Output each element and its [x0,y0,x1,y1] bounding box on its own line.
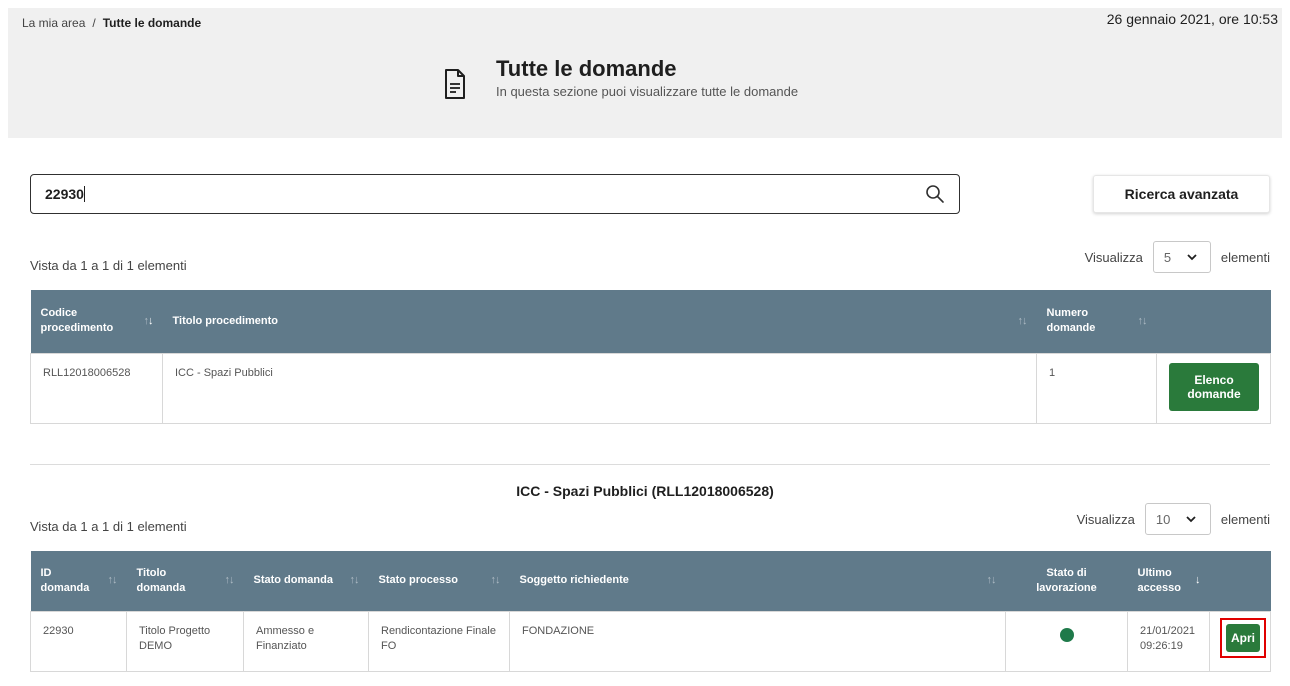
procedures-page-size-select[interactable]: 5 [1152,241,1211,273]
sort-icon: ↑↓ [1137,314,1148,327]
sort-icon: ↑↓ [986,574,997,587]
column-header-process[interactable]: Stato processo ↑↓ [368,551,510,611]
column-header-status[interactable]: Stato domanda ↑↓ [243,551,369,611]
chevron-down-icon [1187,253,1197,260]
column-header-application-title[interactable]: Titolo domanda ↑↓ [126,551,244,611]
sort-icon: ↑↓ [143,314,154,327]
application-list-button[interactable]: Elenco domande [1169,362,1259,411]
sort-icon: ↑↓ [490,574,501,587]
cell-application-title: Titolo Progetto DEMO [126,610,244,672]
breadcrumb: La mia area / Tutte le domande [22,16,201,30]
chevron-down-icon [1186,515,1196,522]
section-divider [30,464,1270,465]
cell-code: RLL12018006528 [30,352,163,424]
applications-page-size-control: Visualizza 10 elementi [1077,503,1270,535]
cell-applicant: FONDAZIONE [509,610,1006,672]
breadcrumb-home-link[interactable]: La mia area [22,16,85,30]
column-header-id[interactable]: ID domanda ↑↓ [30,551,127,611]
sort-icon: ↑↓ [349,574,360,587]
column-header-code[interactable]: Codice procedimento ↑↓ [30,290,163,353]
current-datetime: 26 gennaio 2021, ore 10:53 [1106,11,1278,27]
open-application-button[interactable]: Apri [1226,623,1260,652]
document-icon [445,69,465,99]
applications-summary: Vista da 1 a 1 di 1 elementi [30,519,187,534]
procedures-page-size-value: 5 [1163,249,1172,265]
cell-status: Ammesso e Finanziato [243,610,369,672]
procedures-summary: Vista da 1 a 1 di 1 elementi [30,258,187,273]
sort-icon: ↑↓ [107,574,118,587]
cell-count: 1 [1036,352,1157,424]
work-status-indicator [1059,627,1074,642]
page-heading: Tutte le domande In questa sezione puoi … [496,56,798,99]
procedures-header-row: Codice procedimento ↑↓ Titolo procedimento… [30,290,1271,353]
sort-icon: ↑↓ [224,574,235,587]
column-header-applicant[interactable]: Soggetto richiedente ↑↓ [509,551,1006,611]
sort-icon: ↑↓ [1017,314,1028,327]
page-subtitle: In questa sezione puoi visualizzare tutt… [496,84,799,99]
column-header-actions [1209,551,1271,611]
applications-section-title: ICC - Spazi Pubblici (RLL12018006528) [516,483,774,499]
column-header-count[interactable]: Numero domande ↑↓ [1036,290,1157,353]
column-header-actions [1156,290,1271,353]
applications-elements-label: elementi [1220,511,1270,527]
cell-title: ICC - Spazi Pubblici [162,352,1037,424]
page-header: Tutte le domande In questa sezione puoi … [444,56,798,100]
procedures-show-label: Visualizza [1084,249,1143,265]
cell-last-access: 21/01/2021 09:26:19 [1127,610,1210,672]
applications-table: ID domanda ↑↓ Titolo domanda ↑↓ Stato domand… [30,551,1271,672]
procedures-table: Codice procedimento ↑↓ Titolo procedimento… [30,290,1271,424]
search-input[interactable]: 22930 [30,174,960,214]
table-row: RLL12018006528 ICC - Spazi Pubblici 1 El… [30,352,1271,424]
applications-show-label: Visualizza [1076,511,1135,527]
applications-header-row: ID domanda ↑↓ Titolo domanda ↑↓ Stato domand… [30,551,1271,611]
highlight-box: Apri [1220,617,1266,658]
cell-work-status [1005,610,1128,672]
breadcrumb-current: Tutte le domande [102,16,202,30]
cell-process: Rendicontazione Finale FO [368,610,510,672]
column-header-last-access[interactable]: Ultimo accesso ↓ [1127,551,1210,611]
applications-page-size-value: 10 [1155,511,1171,527]
column-header-title[interactable]: Titolo procedimento ↑↓ [162,290,1037,353]
breadcrumb-separator: / [92,16,96,30]
sort-icon: ↓ [1195,574,1200,587]
search-icon[interactable] [925,184,945,204]
column-header-work-status: Stato di lavorazione [1005,551,1128,611]
search-input-value: 22930 [45,186,925,202]
procedures-page-size-control: Visualizza 5 elementi [1085,241,1270,273]
page-title: Tutte le domande [496,56,677,81]
applications-page-size-select[interactable]: 10 [1144,503,1211,535]
procedures-elements-label: elementi [1220,249,1270,265]
advanced-search-button[interactable]: Ricerca avanzata [1093,175,1270,213]
table-row: 22930 Titolo Progetto DEMO Ammesso e Finan… [30,610,1271,672]
cell-id: 22930 [30,610,127,672]
